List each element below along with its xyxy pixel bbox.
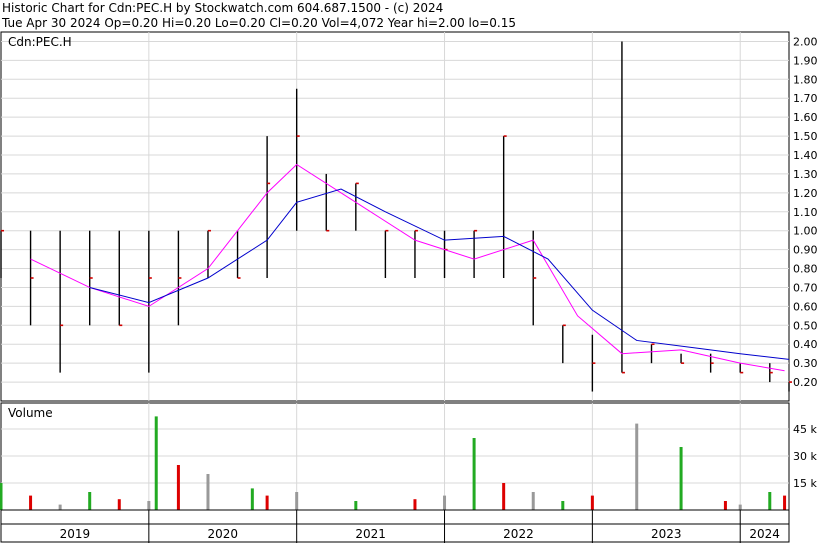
volume-bar (154, 416, 158, 510)
volume-tick-label: 45 k (793, 423, 817, 436)
volume-bar (147, 501, 151, 510)
price-panel: 0.20 0.30 0.40 0.50 0.60 0.70 0.80 0.90 1.00 1.10… (0, 31, 818, 402)
price-tick-label: 1.00 (793, 225, 818, 238)
price-tick-label: 0.40 (793, 338, 818, 351)
volume-chart-title: Volume (8, 406, 53, 420)
volume-bar (413, 499, 417, 510)
volume-panel: 15 k 30 k 45 k Volume (0, 402, 817, 511)
x-axis-year-label: 2023 (651, 527, 682, 541)
volume-bar (250, 488, 254, 510)
volume-bar (502, 483, 506, 510)
price-tick-label: 1.10 (793, 206, 818, 219)
volume-bar (58, 504, 62, 510)
volume-bar (561, 501, 565, 510)
price-tick-label: 0.90 (793, 244, 818, 257)
x-axis-year-label: 2019 (60, 527, 91, 541)
price-tick-label: 0.60 (793, 300, 818, 313)
volume-bar (265, 495, 269, 510)
volume-bar (206, 474, 210, 510)
volume-bar (531, 492, 535, 510)
price-tick-label: 0.30 (793, 357, 818, 370)
price-tick-label: 1.20 (793, 187, 818, 200)
x-axis-year-label: 2024 (749, 527, 780, 541)
price-chart-title: Cdn:PEC.H (8, 35, 72, 49)
volume-bar (354, 501, 358, 510)
volume-bar (88, 492, 92, 510)
price-tick-label: 0.20 (793, 376, 818, 389)
price-tick-label: 1.80 (793, 73, 818, 86)
volume-bar (783, 495, 787, 510)
x-axis-year-label: 2022 (503, 527, 534, 541)
price-tick-label: 1.60 (793, 111, 818, 124)
volume-bar (117, 499, 121, 510)
volume-bar (738, 504, 742, 510)
volume-bar (29, 495, 33, 510)
chart-canvas: 0.20 0.30 0.40 0.50 0.60 0.70 0.80 0.90 1.00 1.10… (0, 31, 818, 543)
price-tick-label: 0.80 (793, 263, 818, 276)
price-tick-label: 1.50 (793, 130, 818, 143)
price-tick-label: 0.50 (793, 319, 818, 332)
volume-bar (472, 438, 476, 510)
price-tick-label: 1.40 (793, 149, 818, 162)
volume-tick-label: 30 k (793, 450, 817, 463)
x-axis-year-label: 2020 (207, 527, 238, 541)
volume-bar (679, 447, 683, 510)
price-tick-label: 1.90 (793, 54, 818, 67)
x-axis-year-label: 2021 (355, 527, 386, 541)
volume-bar (295, 492, 299, 510)
volume-bar (768, 492, 772, 510)
volume-bar (723, 501, 727, 510)
volume-tick-label: 15 k (793, 477, 817, 490)
price-tick-label: 0.70 (793, 281, 818, 294)
volume-bar (443, 495, 447, 510)
volume-bar (0, 483, 3, 510)
volume-bar (590, 495, 594, 510)
price-tick-label: 2.00 (793, 35, 818, 48)
price-tick-label: 1.30 (793, 168, 818, 181)
x-axis: 2019 2020 2021 2022 2023 2024 (0, 509, 790, 543)
price-tick-label: 1.70 (793, 92, 818, 105)
volume-bar (635, 423, 639, 510)
volume-bar (176, 465, 180, 510)
